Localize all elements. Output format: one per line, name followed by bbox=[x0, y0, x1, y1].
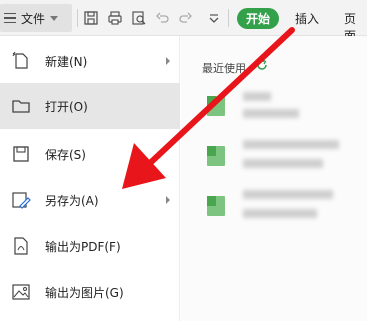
menu-item-label: 输出为图片(G) bbox=[45, 285, 124, 300]
menu-item-label: 新建(N) bbox=[45, 54, 88, 69]
recent-files-title: 最近使用 bbox=[202, 62, 246, 75]
menu-item-export-pdf[interactable]: 输出为PDF(F) bbox=[0, 223, 180, 269]
pdf-icon bbox=[14, 237, 28, 255]
recent-file-item[interactable] bbox=[203, 186, 363, 226]
chevron-down-icon bbox=[50, 15, 59, 21]
spreadsheet-file-icon bbox=[207, 196, 225, 216]
tab-insert[interactable]: 插入 bbox=[295, 10, 319, 27]
menu-item-label: 打开(O) bbox=[45, 99, 88, 114]
file-menu-panel: 新建(N) 打开(O) 保存(S) 另存为(A) 输出为PDF(F) 输出为图片… bbox=[0, 36, 180, 321]
submenu-arrow-icon bbox=[166, 57, 170, 65]
print-preview-icon[interactable] bbox=[129, 8, 149, 28]
toolbar-divider bbox=[77, 9, 78, 27]
menu-item-label: 保存(S) bbox=[45, 147, 86, 162]
blurred-file-name bbox=[243, 190, 333, 199]
tab-start[interactable]: 开始 bbox=[237, 8, 279, 29]
blurred-file-path bbox=[243, 109, 299, 118]
undo-icon[interactable] bbox=[153, 8, 173, 28]
save-as-icon bbox=[12, 192, 31, 209]
spreadsheet-file-icon bbox=[207, 96, 225, 116]
file-menu-button[interactable]: 文件 bbox=[0, 4, 72, 32]
redo-icon[interactable] bbox=[175, 8, 195, 28]
refresh-icon[interactable] bbox=[256, 59, 268, 71]
recent-files-panel: 最近使用 bbox=[181, 36, 367, 321]
toolbar-divider bbox=[228, 9, 229, 27]
blurred-file-path bbox=[243, 159, 323, 168]
submenu-arrow-icon bbox=[166, 196, 170, 204]
image-icon bbox=[12, 284, 30, 300]
recent-file-item[interactable] bbox=[203, 86, 363, 126]
menu-item-save-as[interactable]: 另存为(A) bbox=[0, 177, 180, 223]
blurred-file-name bbox=[243, 92, 271, 101]
blurred-file-name bbox=[243, 140, 339, 149]
toolbar: 文件 开始 插入 页面 bbox=[0, 0, 367, 43]
quick-access-dropdown-icon[interactable] bbox=[204, 8, 224, 28]
file-menu-label: 文件 bbox=[21, 11, 46, 26]
save-icon bbox=[13, 146, 29, 162]
spreadsheet-file-icon bbox=[207, 146, 225, 166]
menu-item-export-image[interactable]: 输出为图片(G) bbox=[0, 269, 180, 315]
new-file-icon bbox=[12, 51, 28, 69]
menu-item-new[interactable]: 新建(N) bbox=[0, 38, 180, 84]
recent-file-item[interactable] bbox=[203, 136, 363, 176]
menu-item-label: 另存为(A) bbox=[45, 193, 99, 208]
menu-item-label: 输出为PDF(F) bbox=[45, 239, 121, 254]
menu-item-save[interactable]: 保存(S) bbox=[0, 131, 180, 177]
blurred-file-path bbox=[243, 209, 317, 218]
menu-item-open[interactable]: 打开(O) bbox=[0, 83, 180, 129]
hamburger-icon bbox=[4, 13, 16, 23]
folder-icon bbox=[12, 100, 30, 113]
print-icon[interactable] bbox=[105, 8, 125, 28]
save-icon[interactable] bbox=[81, 8, 101, 28]
